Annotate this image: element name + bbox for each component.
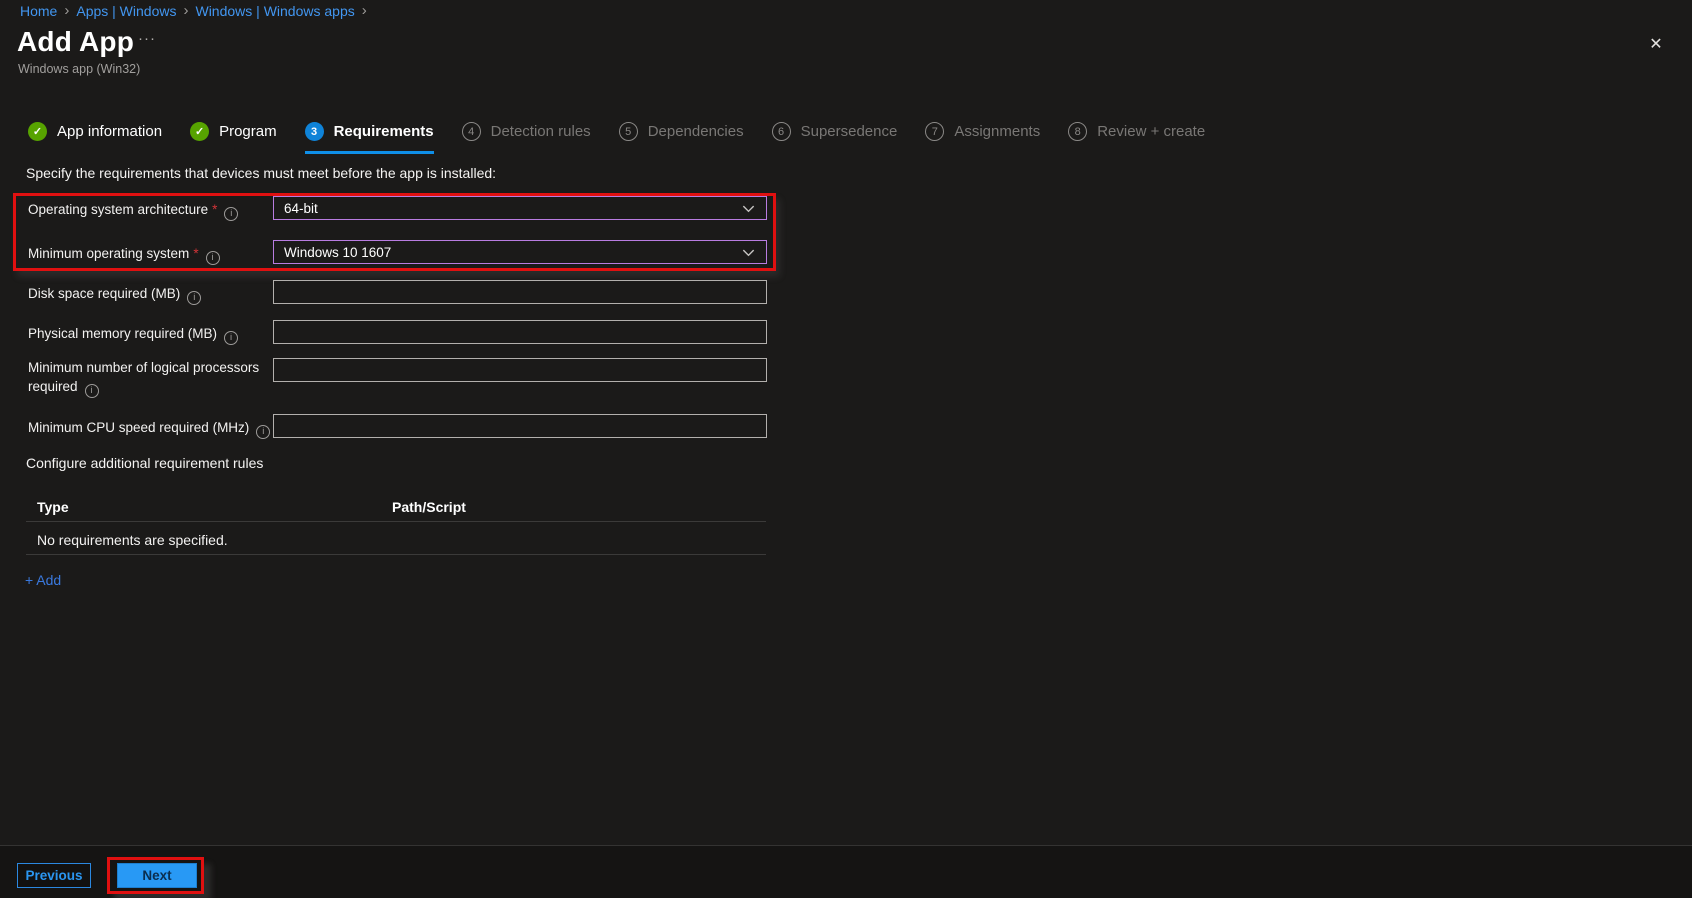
info-icon[interactable]: i — [224, 207, 239, 221]
tab-program[interactable]: ✓ Program — [190, 122, 277, 154]
column-header-path-script: Path/Script — [392, 499, 466, 515]
cpu-speed-field — [273, 414, 767, 438]
selected-value: Windows 10 1607 — [284, 244, 392, 260]
next-button[interactable]: Next — [117, 863, 197, 888]
table-divider — [26, 521, 766, 522]
step-number-badge: 3 — [304, 122, 324, 141]
step-label: Supersedence — [800, 123, 898, 140]
step-number-badge: 6 — [771, 122, 791, 141]
disk-space-field — [273, 280, 767, 304]
breadcrumb-separator-icon: › — [64, 2, 70, 19]
tab-supersedence[interactable]: 6 Supersedence — [771, 122, 898, 154]
step-number-badge: 5 — [618, 122, 638, 141]
tab-assignments[interactable]: 7 Assignments — [925, 122, 1040, 154]
step-number-badge: 8 — [1068, 122, 1088, 141]
label-text: Minimum operating system — [28, 246, 190, 261]
info-icon[interactable]: i — [84, 384, 99, 398]
close-icon[interactable]: ✕ — [1642, 30, 1670, 58]
os-architecture-select[interactable]: 64-bit — [273, 196, 767, 220]
required-asterisk: * — [193, 246, 199, 261]
step-label: Program — [219, 123, 277, 140]
step-number-badge: 4 — [461, 122, 481, 141]
breadcrumb-apps-windows-link[interactable]: Apps | Windows — [76, 3, 176, 19]
disk-space-label: Disk space required (MB) i — [28, 281, 278, 305]
tab-app-information[interactable]: ✓ App information — [28, 122, 162, 154]
info-icon[interactable]: i — [205, 251, 220, 265]
footer-divider — [0, 845, 1692, 846]
tab-requirements[interactable]: 3 Requirements — [304, 122, 434, 154]
logical-processors-input[interactable] — [273, 358, 767, 382]
min-os-select[interactable]: Windows 10 1607 — [273, 240, 767, 264]
table-divider — [26, 554, 766, 555]
chevron-down-icon — [742, 249, 755, 256]
disk-space-input[interactable] — [273, 280, 767, 304]
step-label: Assignments — [954, 123, 1041, 140]
selected-value: 64-bit — [284, 200, 318, 216]
step-label: Requirements — [333, 123, 434, 140]
check-icon: ✓ — [190, 122, 210, 141]
label-text: Minimum number of logical processors req… — [28, 360, 260, 394]
label-text: Physical memory required (MB) — [28, 326, 218, 341]
add-requirement-button[interactable]: + Add — [25, 572, 61, 588]
breadcrumb: Home › Apps | Windows › Windows | Window… — [20, 3, 367, 19]
required-asterisk: * — [212, 202, 218, 217]
page-title: Add App — [17, 26, 134, 57]
label-text: Operating system architecture — [28, 202, 209, 217]
min-os-label: Minimum operating system * i — [28, 241, 278, 265]
chevron-down-icon — [742, 205, 755, 212]
physical-memory-label: Physical memory required (MB) i — [28, 321, 278, 345]
breadcrumb-windows-apps-link[interactable]: Windows | Windows apps — [195, 3, 354, 19]
empty-table-message: No requirements are specified. — [37, 532, 228, 548]
additional-rules-heading: Configure additional requirement rules — [26, 455, 264, 471]
step-label: App information — [57, 123, 163, 140]
page-subtitle: Windows app (Win32) — [18, 62, 141, 76]
os-architecture-label: Operating system architecture * i — [28, 197, 278, 221]
label-text: Minimum CPU speed required (MHz) — [28, 420, 250, 435]
info-icon[interactable]: i — [187, 291, 202, 305]
info-icon[interactable]: i — [224, 331, 239, 345]
context-menu-dots-icon[interactable]: ··· — [138, 30, 156, 47]
logical-processors-label: Minimum number of logical processors req… — [28, 358, 263, 398]
breadcrumb-home-link[interactable]: Home — [20, 3, 57, 19]
cpu-speed-input[interactable] — [273, 414, 767, 438]
cpu-speed-label: Minimum CPU speed required (MHz) i — [28, 415, 278, 439]
info-icon[interactable]: i — [256, 425, 271, 439]
step-label: Review + create — [1097, 123, 1206, 140]
breadcrumb-separator-icon: › — [361, 2, 367, 19]
tab-review-create[interactable]: 8 Review + create — [1068, 122, 1205, 154]
step-label: Detection rules — [490, 123, 591, 140]
previous-button[interactable]: Previous — [17, 863, 91, 888]
label-text: Disk space required (MB) — [28, 286, 181, 301]
physical-memory-input[interactable] — [273, 320, 767, 344]
requirements-intro-text: Specify the requirements that devices mu… — [26, 165, 497, 181]
check-icon: ✓ — [28, 122, 47, 141]
physical-memory-field — [273, 320, 767, 344]
footer-bar — [0, 846, 1692, 898]
tab-dependencies[interactable]: 5 Dependencies — [618, 122, 744, 154]
breadcrumb-separator-icon: › — [183, 2, 189, 19]
logical-processors-field — [273, 358, 767, 382]
wizard-steps: ✓ App information ✓ Program 3 Requiremen… — [28, 122, 1205, 154]
step-label: Dependencies — [647, 123, 744, 140]
column-header-type: Type — [37, 499, 69, 515]
tab-detection-rules[interactable]: 4 Detection rules — [461, 122, 591, 154]
step-number-badge: 7 — [925, 122, 945, 141]
